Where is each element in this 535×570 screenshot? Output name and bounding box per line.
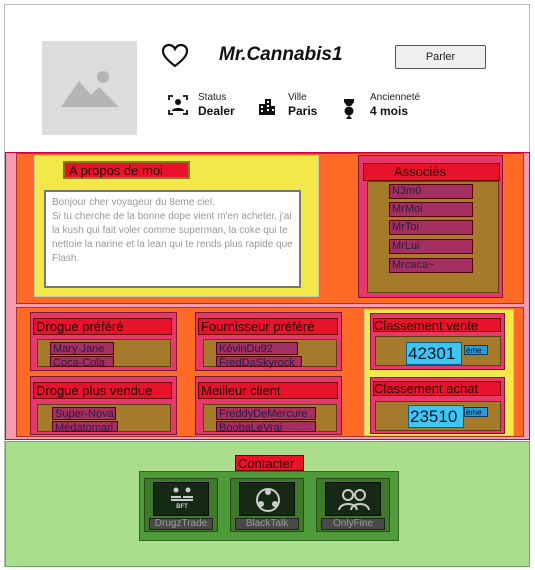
talk-button[interactable]: Parler xyxy=(395,45,486,69)
favorite-supplier-item[interactable]: FredDaSkyrock xyxy=(216,356,302,369)
about-textarea[interactable]: Bonjour cher voyageur du 8eme ciel. Si t… xyxy=(44,190,301,288)
buildings-icon xyxy=(259,99,275,115)
stat-seniority-label: Ancienneté xyxy=(370,92,421,103)
sales-rank-value: 42301 xyxy=(406,342,462,365)
favorite-supplier-item[interactable]: KévinDu92 xyxy=(216,342,298,355)
drugztrade-badge: BFT xyxy=(176,504,188,510)
sales-rank-title: Classement vente xyxy=(373,318,501,332)
app-blacktalk[interactable]: BlackTalk xyxy=(230,478,304,532)
sales-rank-unit: ème xyxy=(464,345,488,355)
associate-item[interactable]: N3m0 xyxy=(389,184,473,199)
onlyfine-icon-box xyxy=(325,482,381,516)
associate-item[interactable]: MrLui xyxy=(389,239,473,254)
favorite-drug-title: Drogue préféré xyxy=(33,318,172,335)
user-badge-icon xyxy=(168,95,188,115)
app-onlyfine[interactable]: OnlyFine xyxy=(316,478,390,532)
medal-icon xyxy=(344,99,354,119)
username: Mr.Cannabis1 xyxy=(219,44,343,65)
most-sold-title: Drogue plus vendue xyxy=(33,382,172,399)
stat-status-value: Dealer xyxy=(198,104,235,118)
associate-item[interactable]: MrToi xyxy=(389,220,473,235)
image-placeholder-icon xyxy=(61,71,119,107)
associates-title: Associés xyxy=(363,163,500,181)
favorite-drug-item[interactable]: Mary Jane xyxy=(50,342,114,355)
about-title: A propos de moi xyxy=(63,161,190,179)
about-text: Bonjour cher voyageur du 8eme ciel. Si t… xyxy=(52,197,293,264)
onlyfine-icon xyxy=(338,489,370,511)
app-drugztrade[interactable]: BFT DrugzTrade xyxy=(144,478,218,532)
most-sold-item[interactable]: Super-Nova xyxy=(52,407,116,420)
heart-icon[interactable] xyxy=(161,43,189,69)
best-client-item[interactable]: BoobaLeVrai xyxy=(216,421,316,434)
most-sold-item[interactable]: Médatomari xyxy=(52,421,118,434)
blacktalk-icon-box xyxy=(239,482,295,516)
app-name: BlackTalk xyxy=(235,518,299,530)
associate-item[interactable]: Mrcaca~ xyxy=(389,258,473,273)
drugztrade-icon-box: BFT xyxy=(153,482,209,516)
favorite-supplier-title: Fournisseur préféré xyxy=(198,318,338,335)
app-name: OnlyFine xyxy=(321,518,385,530)
best-client-item[interactable]: FreddyDeMercure xyxy=(216,407,316,420)
app-name: DrugzTrade xyxy=(149,518,213,530)
best-client-title: Meilleur client xyxy=(198,382,338,399)
drugztrade-icon xyxy=(171,487,193,501)
associate-item[interactable]: MrMoi xyxy=(389,202,473,217)
stat-city-label: Ville xyxy=(288,92,307,103)
purchase-rank-unit: ème xyxy=(464,407,488,417)
blacktalk-icon xyxy=(256,488,280,512)
purchase-rank-value: 23510 xyxy=(408,405,464,428)
stat-status-label: Status xyxy=(198,92,227,103)
stat-city-value: Paris xyxy=(288,104,318,118)
stat-seniority-value: 4 mois xyxy=(370,104,409,118)
avatar xyxy=(42,41,137,135)
contact-title: Contacter xyxy=(235,455,304,471)
favorite-drug-item[interactable]: Coca-Cola xyxy=(50,356,114,369)
purchase-rank-title: Classement achat xyxy=(373,381,501,396)
